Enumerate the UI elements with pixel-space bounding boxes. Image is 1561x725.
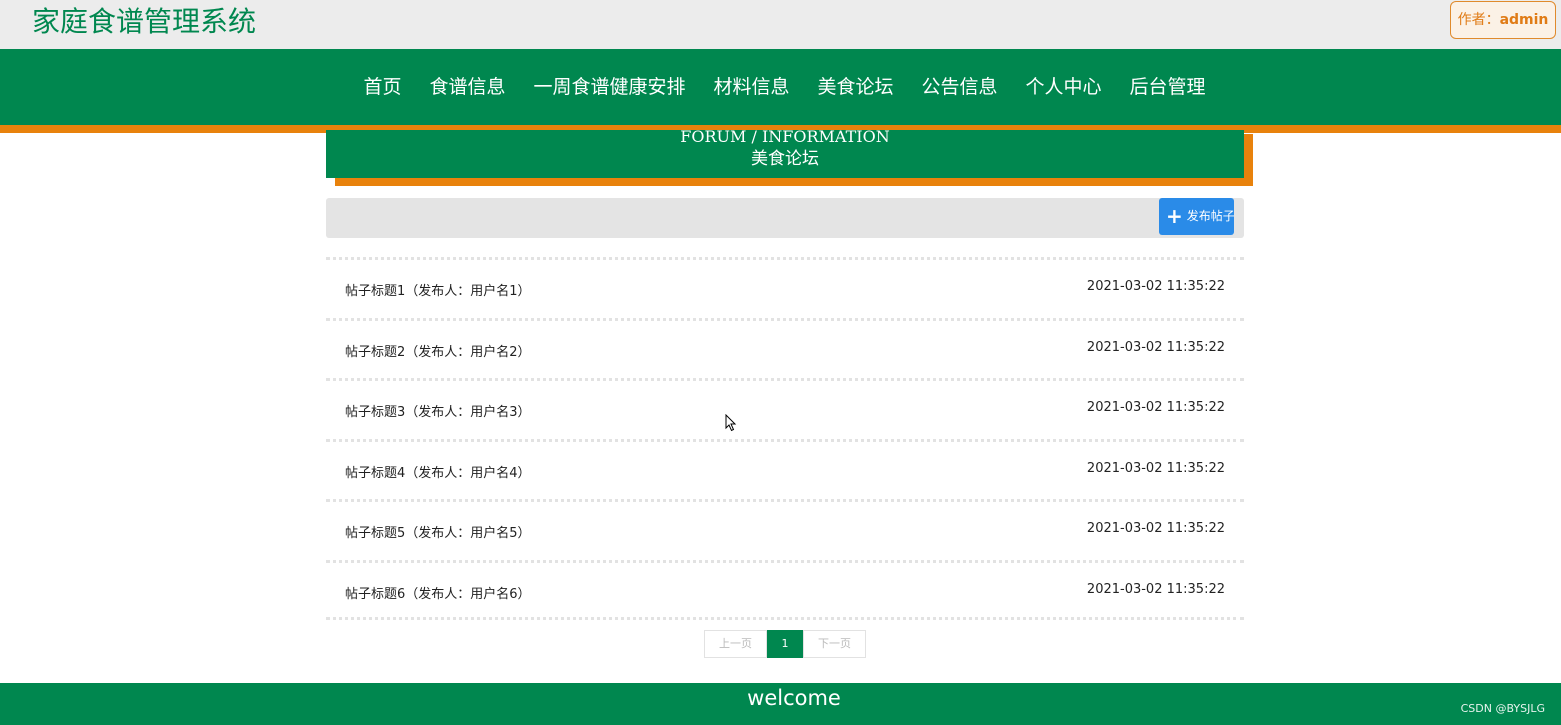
current-page-button[interactable]: 1 bbox=[767, 630, 803, 658]
post-row[interactable]: 帖子标题6（发布人：用户名6） 2021-03-02 11:35:22 bbox=[326, 559, 1244, 620]
nav-item-announcements[interactable]: 公告信息 bbox=[908, 49, 1012, 125]
site-title: 家庭食谱管理系统 bbox=[32, 5, 257, 38]
post-time: 2021-03-02 11:35:22 bbox=[1086, 339, 1225, 355]
post-time: 2021-03-02 11:35:22 bbox=[1086, 581, 1225, 597]
prev-page-button[interactable]: 上一页 bbox=[704, 630, 767, 658]
post-time: 2021-03-02 11:35:22 bbox=[1086, 521, 1225, 536]
nav-item-forum[interactable]: 美食论坛 bbox=[804, 49, 908, 125]
forum-toolbar: + 发布帖子 bbox=[326, 198, 1244, 238]
post-row[interactable]: 帖子标题1（发布人：用户名1） 2021-03-02 11:35:22 bbox=[326, 257, 1244, 318]
post-title[interactable]: 帖子标题4（发布人：用户名4） bbox=[345, 462, 531, 481]
author-name: admin bbox=[1499, 12, 1549, 28]
section-title-cn: 美食论坛 bbox=[751, 149, 819, 169]
post-title[interactable]: 帖子标题3（发布人：用户名3） bbox=[345, 401, 531, 420]
nav-list: 首页 食谱信息 一周食谱健康安排 材料信息 美食论坛 公告信息 个人中心 后台管… bbox=[0, 49, 1561, 125]
post-list: 帖子标题1（发布人：用户名1） 2021-03-02 11:35:22 帖子标题… bbox=[326, 257, 1244, 620]
nav-item-weekly-plan[interactable]: 一周食谱健康安排 bbox=[519, 49, 699, 125]
post-title[interactable]: 帖子标题5（发布人：用户名5） bbox=[345, 522, 531, 541]
author-badge[interactable]: 作者：admin bbox=[1450, 1, 1556, 39]
publish-post-label: 发布帖子 bbox=[1186, 209, 1234, 223]
post-time: 2021-03-02 11:35:22 bbox=[1086, 460, 1225, 476]
main-nav: 首页 食谱信息 一周食谱健康安排 材料信息 美食论坛 公告信息 个人中心 后台管… bbox=[0, 49, 1561, 125]
nav-item-recipes[interactable]: 食谱信息 bbox=[415, 49, 519, 125]
top-header: 家庭食谱管理系统 作者：admin bbox=[0, 0, 1561, 49]
nav-item-admin[interactable]: 后台管理 bbox=[1116, 49, 1220, 125]
nav-item-profile[interactable]: 个人中心 bbox=[1012, 49, 1116, 125]
post-time: 2021-03-02 11:35:22 bbox=[1086, 279, 1225, 294]
nav-item-ingredients[interactable]: 材料信息 bbox=[699, 49, 803, 125]
post-row[interactable]: 帖子标题4（发布人：用户名4） 2021-03-02 11:35:22 bbox=[326, 438, 1244, 500]
footer: welcome CSDN @BYSJLG bbox=[0, 683, 1561, 725]
post-title[interactable]: 帖子标题2（发布人：用户名2） bbox=[345, 341, 531, 360]
post-row[interactable]: 帖子标题3（发布人：用户名3） 2021-03-02 11:35:22 bbox=[326, 378, 1244, 439]
nav-item-home[interactable]: 首页 bbox=[341, 49, 415, 125]
publish-post-button[interactable]: + 发布帖子 bbox=[1159, 198, 1234, 235]
pagination: 上一页 1 下一页 bbox=[704, 630, 866, 658]
footer-welcome: welcome bbox=[747, 686, 841, 710]
post-title[interactable]: 帖子标题1（发布人：用户名1） bbox=[345, 280, 531, 299]
section-header: FORUM / INFORMATION 美食论坛 bbox=[326, 130, 1244, 178]
post-row[interactable]: 帖子标题2（发布人：用户名2） 2021-03-02 11:35:22 bbox=[326, 317, 1244, 379]
author-label: 作者： bbox=[1457, 12, 1500, 28]
plus-icon: + bbox=[1166, 204, 1183, 228]
post-time: 2021-03-02 11:35:22 bbox=[1086, 400, 1225, 415]
post-row[interactable]: 帖子标题5（发布人：用户名5） 2021-03-02 11:35:22 bbox=[326, 499, 1244, 560]
post-title[interactable]: 帖子标题6（发布人：用户名6） bbox=[345, 583, 531, 602]
mouse-cursor-icon bbox=[725, 414, 737, 432]
next-page-button[interactable]: 下一页 bbox=[803, 630, 866, 658]
watermark: CSDN @BYSJLG bbox=[1460, 702, 1545, 715]
section-title-en: FORUM / INFORMATION bbox=[680, 130, 890, 146]
